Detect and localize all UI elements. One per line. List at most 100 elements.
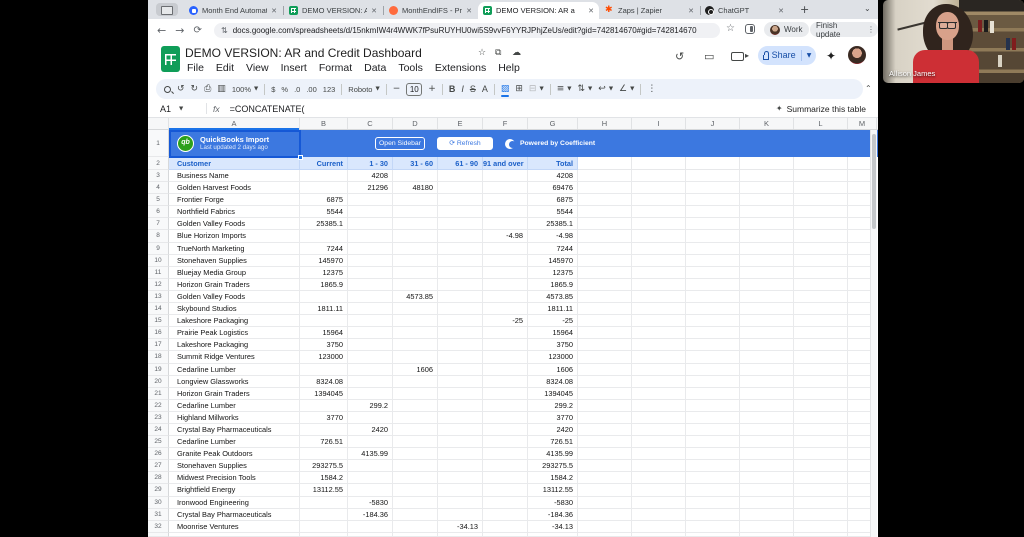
amount-cell[interactable] xyxy=(483,520,528,533)
site-settings-icon[interactable]: ⇅ xyxy=(221,26,228,35)
amount-cell[interactable]: 293275.5 xyxy=(528,460,578,473)
amount-cell[interactable] xyxy=(686,218,740,231)
amount-cell[interactable] xyxy=(393,411,438,424)
amount-cell[interactable] xyxy=(686,206,740,219)
row-number[interactable]: 20 xyxy=(148,375,169,388)
amount-cell[interactable]: 4573.85 xyxy=(528,290,578,304)
comments-icon[interactable]: ▭ xyxy=(704,50,714,63)
amount-cell[interactable] xyxy=(794,266,848,279)
amount-cell[interactable] xyxy=(632,363,686,376)
amount-cell[interactable] xyxy=(393,351,438,364)
amount-cell[interactable] xyxy=(348,460,393,473)
row-number[interactable]: 25 xyxy=(148,436,169,449)
amount-cell[interactable] xyxy=(393,387,438,400)
amount-cell[interactable] xyxy=(686,508,740,521)
amount-cell[interactable]: 48180 xyxy=(393,182,438,195)
amount-cell[interactable] xyxy=(393,218,438,231)
amount-cell[interactable] xyxy=(300,399,348,412)
document-title[interactable]: DEMO VERSION: AR and Credit Dashboard xyxy=(185,46,422,60)
amount-cell[interactable] xyxy=(348,387,393,400)
customer-cell[interactable]: Golden Valley Foods xyxy=(169,290,300,304)
amount-cell[interactable]: 25385.1 xyxy=(300,218,348,231)
amount-cell[interactable] xyxy=(483,423,528,437)
amount-cell[interactable] xyxy=(483,242,528,255)
amount-cell[interactable] xyxy=(740,351,794,364)
amount-cell[interactable] xyxy=(483,448,528,461)
amount-cell[interactable] xyxy=(483,206,528,219)
amount-cell[interactable] xyxy=(483,375,528,388)
amount-cell[interactable] xyxy=(740,254,794,267)
amount-cell[interactable] xyxy=(438,387,483,400)
amount-cell[interactable] xyxy=(632,448,686,461)
amount-cell[interactable] xyxy=(578,411,632,424)
menu-file[interactable]: File xyxy=(181,62,210,74)
amount-cell[interactable] xyxy=(393,423,438,437)
amount-cell[interactable] xyxy=(632,254,686,267)
customer-cell[interactable]: Business Name xyxy=(169,170,300,183)
browser-tab[interactable]: ChatGPT ✕ xyxy=(700,2,789,19)
amount-cell[interactable] xyxy=(632,206,686,219)
row-number[interactable]: 18 xyxy=(148,351,169,364)
customer-cell[interactable]: Skybound Studios xyxy=(169,303,300,316)
scrollbar-thumb[interactable] xyxy=(872,134,876,229)
amount-cell[interactable]: -25 xyxy=(528,315,578,328)
amount-cell[interactable] xyxy=(794,339,848,352)
amount-cell[interactable] xyxy=(578,423,632,437)
amount-cell[interactable] xyxy=(794,242,848,255)
amount-cell[interactable] xyxy=(686,327,740,340)
amount-cell[interactable] xyxy=(438,375,483,388)
more-options-icon[interactable]: ⋮ xyxy=(647,84,656,94)
row-number[interactable]: 19 xyxy=(148,363,169,376)
amount-cell[interactable]: -4.98 xyxy=(483,230,528,243)
amount-cell[interactable] xyxy=(794,290,848,304)
amount-cell[interactable] xyxy=(438,496,483,509)
row-number[interactable]: 8 xyxy=(148,230,169,243)
amount-cell[interactable] xyxy=(740,278,794,291)
amount-cell[interactable] xyxy=(578,363,632,376)
amount-cell[interactable]: 12375 xyxy=(528,266,578,279)
amount-cell[interactable] xyxy=(632,399,686,412)
customer-cell[interactable]: Golden Harvest Foods xyxy=(169,182,300,195)
amount-cell[interactable] xyxy=(632,194,686,207)
amount-cell[interactable]: 145970 xyxy=(528,254,578,267)
menu-insert[interactable]: Insert xyxy=(275,62,313,74)
customer-cell[interactable]: Lakeshore Packaging xyxy=(169,315,300,328)
column-header-K[interactable]: K xyxy=(740,118,794,129)
customer-cell[interactable]: Brightfield Energy xyxy=(169,484,300,497)
amount-cell[interactable] xyxy=(740,472,794,485)
customer-cell[interactable]: Crystal Bay Pharmaceuticals xyxy=(169,508,300,521)
fill-handle[interactable] xyxy=(298,155,303,160)
row-number[interactable]: 22 xyxy=(148,399,169,412)
amount-cell[interactable] xyxy=(578,508,632,521)
amount-cell[interactable] xyxy=(438,290,483,304)
amount-cell[interactable]: 69476 xyxy=(528,182,578,195)
amount-cell[interactable] xyxy=(483,472,528,485)
row-number[interactable]: 32 xyxy=(148,520,169,533)
customer-cell[interactable]: Prairie Peak Logistics xyxy=(169,327,300,340)
tab-overflow-chevron-icon[interactable]: ⌄ xyxy=(864,4,871,13)
amount-cell[interactable] xyxy=(438,218,483,231)
table-column-header[interactable]: 31 - 60 xyxy=(393,157,438,170)
refresh-button[interactable]: ⟳ Refresh xyxy=(437,137,493,150)
amount-cell[interactable] xyxy=(438,423,483,437)
customer-cell[interactable]: Horizon Grain Traders xyxy=(169,278,300,291)
column-header-G[interactable]: G xyxy=(528,118,578,129)
amount-cell[interactable] xyxy=(578,218,632,231)
text-rotate-button[interactable]: ∠ xyxy=(619,84,627,94)
amount-cell[interactable] xyxy=(348,242,393,255)
amount-cell[interactable] xyxy=(686,399,740,412)
amount-cell[interactable] xyxy=(794,520,848,533)
amount-cell[interactable] xyxy=(483,218,528,231)
amount-cell[interactable] xyxy=(686,423,740,437)
row-number[interactable]: 7 xyxy=(148,218,169,231)
amount-cell[interactable] xyxy=(686,460,740,473)
amount-cell[interactable]: 25385.1 xyxy=(528,218,578,231)
amount-cell[interactable]: 299.2 xyxy=(528,399,578,412)
amount-cell[interactable]: 6875 xyxy=(300,194,348,207)
amount-cell[interactable] xyxy=(632,520,686,533)
amount-cell[interactable]: -184.36 xyxy=(348,508,393,521)
amount-cell[interactable] xyxy=(438,448,483,461)
row-number[interactable]: 28 xyxy=(148,472,169,485)
amount-cell[interactable] xyxy=(348,484,393,497)
amount-cell[interactable] xyxy=(483,170,528,183)
